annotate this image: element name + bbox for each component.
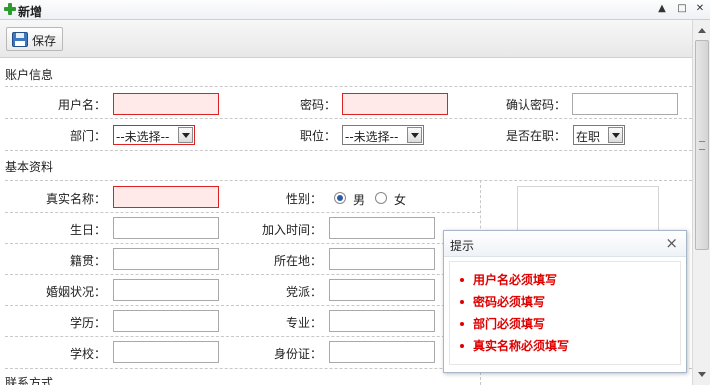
- divider: [5, 243, 480, 244]
- realname-input[interactable]: [113, 186, 219, 208]
- tooltip-body: 用户名必须填写 密码必须填写 部门必须填写 真实名称必须填写: [449, 261, 681, 365]
- tooltip-header: 提示 ×: [444, 231, 686, 257]
- realname-label: 真实名称：: [45, 192, 106, 206]
- window-title: 新增: [18, 5, 43, 19]
- department-select[interactable]: --未选择--: [113, 125, 195, 145]
- scroll-up-icon[interactable]: [694, 22, 710, 38]
- confirm-password-input[interactable]: [572, 93, 678, 115]
- gender-label: 性别：: [285, 192, 322, 206]
- close-icon[interactable]: ✕: [694, 3, 706, 15]
- save-button[interactable]: 保存: [6, 27, 63, 51]
- school-label: 学校：: [69, 347, 106, 361]
- error-message: 真实名称必须填写: [458, 338, 569, 360]
- major-input[interactable]: [329, 310, 435, 332]
- section-title-contact: 联系方式: [5, 376, 54, 385]
- active-status-select[interactable]: 在职: [573, 125, 625, 145]
- jointime-label: 加入时间：: [261, 223, 322, 237]
- window-titlebar: 新增 ▲ □ ✕: [0, 0, 710, 20]
- validation-tooltip: 提示 × 用户名必须填写 密码必须填写 部门必须填写 真实名称必须填写: [443, 230, 687, 373]
- save-button-label: 保存: [32, 34, 57, 48]
- toolbar: 保存: [0, 20, 692, 58]
- native-place-input[interactable]: [113, 248, 219, 270]
- error-message: 部门必须填写: [458, 316, 569, 338]
- location-input[interactable]: [329, 248, 435, 270]
- education-input[interactable]: [113, 310, 219, 332]
- section-title-account: 账户信息: [5, 68, 54, 82]
- divider: [5, 150, 692, 151]
- position-label: 职位：: [299, 129, 336, 143]
- collapse-icon[interactable]: ▲: [656, 3, 668, 15]
- username-input[interactable]: [113, 93, 219, 115]
- error-list: 用户名必须填写 密码必须填写 部门必须填写 真实名称必须填写: [458, 272, 569, 360]
- position-select[interactable]: --未选择--: [342, 125, 424, 145]
- party-label: 党派：: [285, 285, 322, 299]
- chevron-down-icon: [178, 127, 193, 143]
- divider: [5, 118, 692, 119]
- error-message: 密码必须填写: [458, 294, 569, 316]
- password-label: 密码：: [299, 98, 336, 112]
- idcard-input[interactable]: [329, 341, 435, 363]
- gender-female-label: 女: [394, 193, 407, 207]
- tooltip-title: 提示: [450, 239, 475, 253]
- vertical-scrollbar[interactable]: [692, 20, 710, 385]
- username-label: 用户名：: [57, 98, 106, 112]
- floppy-disk-icon: [12, 32, 28, 47]
- department-select-value: --未选择--: [116, 130, 170, 144]
- marital-status-label: 婚姻状况：: [45, 285, 106, 299]
- birthday-input[interactable]: [113, 217, 219, 239]
- active-status-select-value: 在职: [576, 130, 601, 144]
- section-title-basic: 基本资料: [5, 160, 54, 174]
- marital-status-input[interactable]: [113, 279, 219, 301]
- school-input[interactable]: [113, 341, 219, 363]
- gender-male-radio[interactable]: [334, 192, 346, 204]
- divider: [5, 336, 480, 337]
- position-select-value: --未选择--: [345, 130, 399, 144]
- divider: [5, 180, 692, 181]
- jointime-input[interactable]: [329, 217, 435, 239]
- divider: [5, 274, 480, 275]
- chevron-down-icon: [608, 127, 623, 143]
- gender-male-label: 男: [353, 193, 366, 207]
- close-icon[interactable]: ×: [665, 234, 678, 252]
- location-label: 所在地：: [273, 254, 322, 268]
- chevron-down-icon: [407, 127, 422, 143]
- birthday-label: 生日：: [69, 223, 106, 237]
- active-status-label: 是否在职：: [505, 129, 566, 143]
- scrollbar-thumb[interactable]: [695, 40, 709, 250]
- divider: [5, 86, 692, 87]
- add-icon: [3, 2, 17, 16]
- divider: [5, 305, 480, 306]
- password-input[interactable]: [342, 93, 448, 115]
- gender-female-radio[interactable]: [375, 192, 387, 204]
- major-label: 专业：: [285, 316, 322, 330]
- error-message: 用户名必须填写: [458, 272, 569, 294]
- divider: [5, 212, 480, 213]
- department-label: 部门：: [69, 129, 106, 143]
- party-input[interactable]: [329, 279, 435, 301]
- native-place-label: 籍贯：: [69, 254, 106, 268]
- scroll-down-icon[interactable]: [694, 367, 710, 383]
- confirm-password-label: 确认密码：: [505, 98, 566, 112]
- idcard-label: 身份证：: [273, 347, 322, 361]
- maximize-icon[interactable]: □: [676, 3, 688, 15]
- education-label: 学历：: [69, 316, 106, 330]
